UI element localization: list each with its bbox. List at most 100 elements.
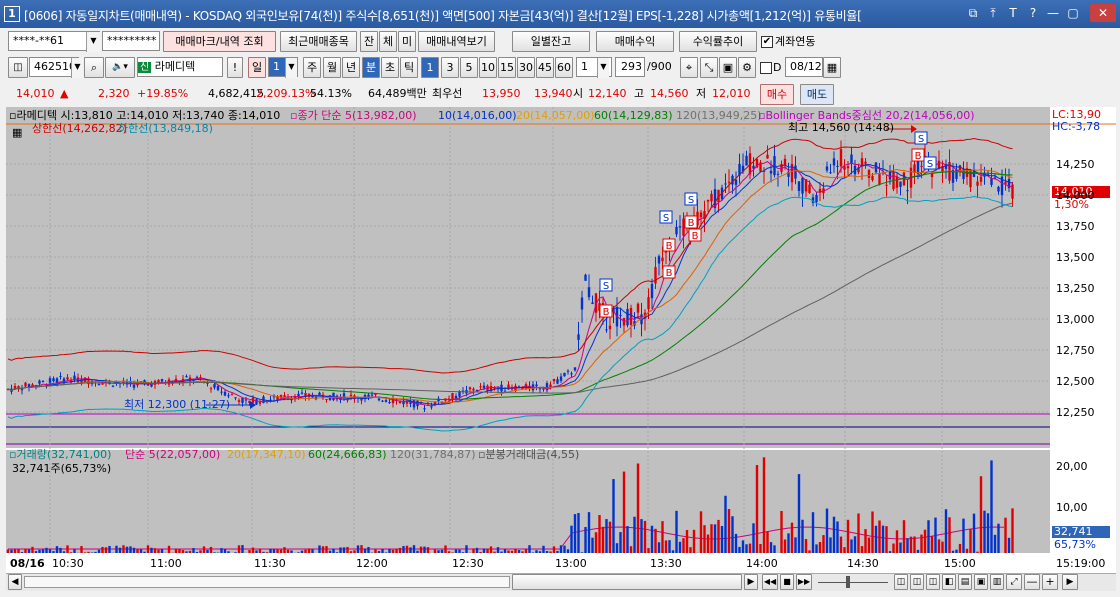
volume-bar xyxy=(657,542,661,553)
unexecuted-button[interactable]: 미 xyxy=(398,31,416,52)
fast-forward-icon[interactable]: ▶▶ xyxy=(796,574,812,590)
bar-count-input[interactable]: 293 xyxy=(615,57,645,77)
date-checkbox[interactable] xyxy=(760,62,772,74)
period-month-button[interactable]: 월 xyxy=(323,57,341,78)
volume-bar xyxy=(6,549,10,553)
volume-bar xyxy=(874,525,878,553)
minute-15-button[interactable]: 15 xyxy=(498,57,516,78)
save-icon[interactable]: ▣ xyxy=(719,57,737,78)
zoom-out-icon[interactable]: — xyxy=(1024,574,1040,590)
font-icon[interactable]: T xyxy=(1004,4,1022,22)
volume-bar xyxy=(409,547,412,553)
period-week-button[interactable]: 주 xyxy=(303,57,321,78)
period-tick-button[interactable]: 틱 xyxy=(400,57,418,78)
layout-e-icon[interactable]: ▤ xyxy=(958,574,972,590)
grid-icon[interactable]: ▦ xyxy=(12,127,22,139)
zoom-slider-track[interactable] xyxy=(818,582,888,583)
search-icon[interactable]: ⌕ xyxy=(84,57,104,78)
layout-d-icon[interactable]: ◧ xyxy=(942,574,956,590)
rewind-icon[interactable]: ◀◀ xyxy=(762,574,778,590)
sell-button[interactable]: 매도 xyxy=(800,84,834,105)
layout-b-icon[interactable]: ◫ xyxy=(910,574,924,590)
close-icon[interactable]: ✕ xyxy=(1090,4,1116,22)
balance-button[interactable]: 잔 xyxy=(360,31,378,52)
candle-body xyxy=(566,370,570,372)
volume-bar xyxy=(783,539,787,553)
volume-bar xyxy=(500,551,503,553)
volume-bar xyxy=(570,525,573,553)
expand-icon[interactable]: ⤢ xyxy=(1006,574,1022,590)
scroll-left-icon[interactable]: ◀ xyxy=(8,574,22,590)
minimize-icon[interactable]: — xyxy=(1044,4,1062,22)
period-day-button[interactable]: 일 xyxy=(248,57,266,78)
layout-c-icon[interactable]: ◫ xyxy=(926,574,940,590)
calendar-icon[interactable]: ▦ xyxy=(823,57,841,78)
volume-bar xyxy=(738,546,741,553)
date-input[interactable]: 08/12 xyxy=(785,57,823,77)
chart-canvas[interactable]: SBSBBSBBSBS xyxy=(6,107,1116,573)
period-minute-button[interactable]: 분 xyxy=(362,57,380,78)
trade-history-button[interactable]: 매매내역보기 xyxy=(418,31,495,52)
window-controls: ⧉ ⤒ T ? — ▢ ✕ xyxy=(964,4,1116,22)
restore-icon[interactable]: ⧉ xyxy=(964,4,982,22)
minute-45-button[interactable]: 45 xyxy=(536,57,554,78)
period-year-button[interactable]: 년 xyxy=(342,57,360,78)
buy-button[interactable]: 매수 xyxy=(760,84,794,105)
crosshair-icon[interactable]: ⌖ xyxy=(680,57,698,78)
candle-body xyxy=(549,384,552,388)
tools-icon[interactable]: ⤡ xyxy=(700,57,718,78)
period-dropdown-icon[interactable]: ▼ xyxy=(285,58,297,78)
minute-60-button[interactable]: 60 xyxy=(555,57,573,78)
executed-button[interactable]: 체 xyxy=(379,31,397,52)
pin-icon[interactable]: ⤒ xyxy=(984,4,1002,22)
ma120-legend: 120(13,949,25) xyxy=(676,109,762,122)
alert-button[interactable]: ! xyxy=(227,57,243,78)
volume-bar xyxy=(748,543,752,553)
zoom-in-icon[interactable]: + xyxy=(1042,574,1058,590)
candle-body xyxy=(829,172,832,174)
y-tick-label: 13,250 xyxy=(1056,282,1095,295)
account-link-checkbox[interactable]: ✔ xyxy=(761,36,773,48)
layout-f-icon[interactable]: ▣ xyxy=(974,574,988,590)
minute-10-button[interactable]: 10 xyxy=(479,57,497,78)
zoom-slider-thumb[interactable] xyxy=(846,576,850,588)
next-icon[interactable]: ▶ xyxy=(1062,574,1078,590)
sound-icon[interactable]: 🔈▾ xyxy=(105,57,135,78)
minute-5-button[interactable]: 5 xyxy=(460,57,478,78)
trade-profit-button[interactable]: 매매수익 xyxy=(596,31,674,52)
stock-name-field[interactable]: 신 라메디텍 xyxy=(137,57,223,77)
scroll-thumb[interactable] xyxy=(512,574,742,590)
recent-stocks-button[interactable]: 최근매매종목 xyxy=(280,31,357,52)
gear-icon[interactable]: ⚙ xyxy=(738,57,756,78)
scroll-right-icon[interactable]: ▶ xyxy=(744,574,758,590)
help-icon[interactable]: ? xyxy=(1024,4,1042,22)
date-label: D xyxy=(773,61,782,74)
volume-bar xyxy=(633,516,636,553)
layout-g-icon[interactable]: ▥ xyxy=(990,574,1004,590)
layout-a-icon[interactable]: ◫ xyxy=(894,574,908,590)
volume-bar xyxy=(881,525,885,553)
password-input[interactable]: ********* xyxy=(102,31,160,51)
minute-3-button[interactable]: 3 xyxy=(441,57,459,78)
scroll-track[interactable] xyxy=(24,576,510,588)
mark-history-button[interactable]: 매매마크/내역 조회 xyxy=(163,31,276,52)
chart-area[interactable]: SBSBBSBBSBS ▫라메디텍 시:13,810 고:14,010 저:13… xyxy=(6,107,1116,573)
count-dropdown-icon[interactable]: ▼ xyxy=(597,58,609,78)
layout-icon[interactable]: ◫ xyxy=(8,57,28,78)
candle-body xyxy=(706,199,710,202)
profit-trend-button[interactable]: 수익률추이 xyxy=(679,31,757,52)
stop-icon[interactable]: ■ xyxy=(780,574,794,590)
account-dropdown-icon[interactable]: ▼ xyxy=(86,32,100,52)
code-dropdown-icon[interactable]: ▼ xyxy=(71,58,83,78)
maximize-icon[interactable]: ▢ xyxy=(1064,4,1082,22)
minute-1-button[interactable]: 1 xyxy=(421,57,439,78)
period-second-button[interactable]: 초 xyxy=(381,57,399,78)
volume-bar xyxy=(451,552,454,553)
volume-bar xyxy=(129,546,132,553)
minute-30-button[interactable]: 30 xyxy=(517,57,535,78)
candle-body xyxy=(769,170,773,174)
volume-bar xyxy=(405,545,409,553)
candle-body xyxy=(797,181,801,191)
volume-bar xyxy=(878,520,881,553)
daily-balance-button[interactable]: 일별잔고 xyxy=(512,31,590,52)
